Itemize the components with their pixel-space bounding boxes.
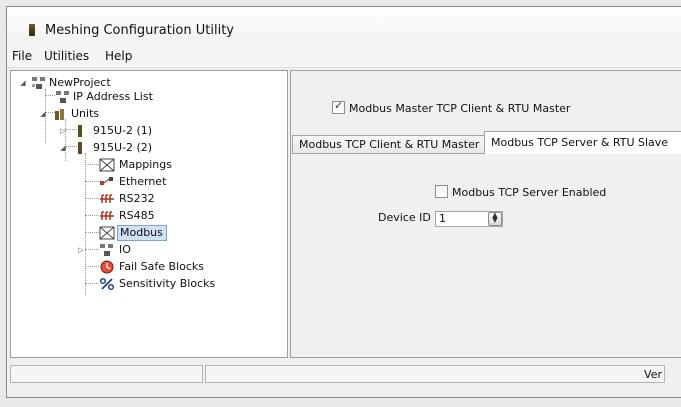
tree-node-units[interactable]: ◢ Units <box>39 106 239 122</box>
device-id-label: Device ID <box>378 211 431 224</box>
tree-line <box>85 215 99 216</box>
tree-node-unit-2[interactable]: ◢ 915U-2 (2) <box>59 140 259 156</box>
network-icon <box>56 91 69 103</box>
expand-arrow-icon[interactable]: ▷ <box>59 127 67 135</box>
collapse-arrow-icon[interactable]: ◢ <box>19 79 27 87</box>
tree-line <box>85 232 99 233</box>
menu-file[interactable]: File <box>9 48 35 64</box>
status-bar: Ver <box>10 365 681 385</box>
project-tree[interactable]: ◢ NewProject IP Address List ◢ Units ▷ 9… <box>10 70 288 358</box>
menu-bar: File Utilities Help <box>7 45 681 68</box>
radio-unit-icon <box>78 142 82 154</box>
modbus-icon <box>99 226 115 240</box>
tree-line <box>85 164 99 165</box>
menu-utilities[interactable]: Utilities <box>41 48 92 64</box>
device-id-spinner[interactable]: ▲ ▼ <box>488 212 502 226</box>
network-icon <box>32 77 45 89</box>
server-enabled-checkbox-row[interactable]: Modbus TCP Server Enabled <box>435 185 606 201</box>
serial-port-icon <box>100 211 114 220</box>
tree-node-io[interactable]: ▷ IO <box>77 242 257 258</box>
tree-label-units: Units <box>71 107 100 120</box>
tree-node-ethernet[interactable]: Ethernet <box>99 174 259 190</box>
tree-node-ip-list[interactable]: IP Address List <box>55 89 255 105</box>
tree-label-io: IO <box>119 243 131 256</box>
ethernet-icon <box>100 177 113 185</box>
tree-line <box>85 266 99 267</box>
modbus-master-checkbox-row[interactable]: Modbus Master TCP Client & RTU Master <box>332 99 571 117</box>
percent-icon <box>99 277 115 291</box>
tree-node-rs232[interactable]: RS232 <box>99 191 259 207</box>
collapse-arrow-icon[interactable]: ◢ <box>59 144 67 152</box>
mappings-icon <box>99 158 115 172</box>
status-cell-main: Ver <box>205 365 665 383</box>
tree-label-rs485: RS485 <box>119 209 155 222</box>
tree-node-modbus[interactable]: Modbus <box>99 225 259 241</box>
tree-label-mappings: Mappings <box>119 158 172 171</box>
tab-content: Modbus TCP Server Enabled Device ID 1 ▲ … <box>292 153 681 354</box>
tree-line <box>85 153 86 295</box>
app-window: Meshing Configuration Utility File Utili… <box>6 6 681 398</box>
tab-tcp-client-rtu-master[interactable]: Modbus TCP Client & RTU Master <box>292 135 486 154</box>
tree-label-rs232: RS232 <box>119 192 155 205</box>
tree-node-sensitivity[interactable]: Sensitivity Blocks <box>99 276 279 292</box>
tree-line <box>85 283 99 284</box>
units-icon <box>55 109 64 120</box>
tree-label-modbus: Modbus <box>120 226 163 239</box>
tree-label-failsafe: Fail Safe Blocks <box>119 260 205 273</box>
tree-line <box>85 198 99 199</box>
server-enabled-label: Modbus TCP Server Enabled <box>452 186 607 199</box>
clock-icon <box>100 260 114 274</box>
tree-line <box>45 95 55 96</box>
modbus-master-label: Modbus Master TCP Client & RTU Master <box>349 102 571 115</box>
modbus-master-checkbox[interactable] <box>332 99 345 114</box>
radio-unit-icon <box>78 125 82 137</box>
tree-node-rs485[interactable]: RS485 <box>99 208 259 224</box>
tree-label-unit-2: 915U-2 (2) <box>93 141 153 154</box>
tree-line <box>85 181 99 182</box>
tree-label-sensitivity: Sensitivity Blocks <box>119 277 216 290</box>
status-cell-left <box>10 365 203 383</box>
server-enabled-checkbox[interactable] <box>435 185 448 198</box>
serial-port-icon <box>100 194 114 203</box>
tab-tcp-server-rtu-slave[interactable]: Modbus TCP Server & RTU Slave <box>484 131 681 154</box>
tree-node-unit-1[interactable]: ▷ 915U-2 (1) <box>59 123 259 139</box>
version-text: Ver <box>644 368 662 381</box>
window-title: Meshing Configuration Utility <box>45 23 234 38</box>
tree-label-ip-list: IP Address List <box>73 90 153 103</box>
tree-label-ethernet: Ethernet <box>119 175 167 188</box>
tree-node-mappings[interactable]: Mappings <box>99 157 259 173</box>
tree-label-unit-1: 915U-2 (1) <box>93 124 153 137</box>
title-bar: Meshing Configuration Utility <box>7 7 681 46</box>
collapse-arrow-icon[interactable]: ◢ <box>39 110 47 118</box>
settings-panel: Modbus Master TCP Client & RTU Master Mo… <box>290 70 681 358</box>
menu-help[interactable]: Help <box>102 48 135 64</box>
tree-node-failsafe[interactable]: Fail Safe Blocks <box>99 259 269 275</box>
expand-arrow-icon[interactable]: ▷ <box>77 246 85 254</box>
app-icon <box>29 24 35 36</box>
io-icon <box>100 244 113 256</box>
spinner-down-icon[interactable]: ▼ <box>489 217 501 224</box>
